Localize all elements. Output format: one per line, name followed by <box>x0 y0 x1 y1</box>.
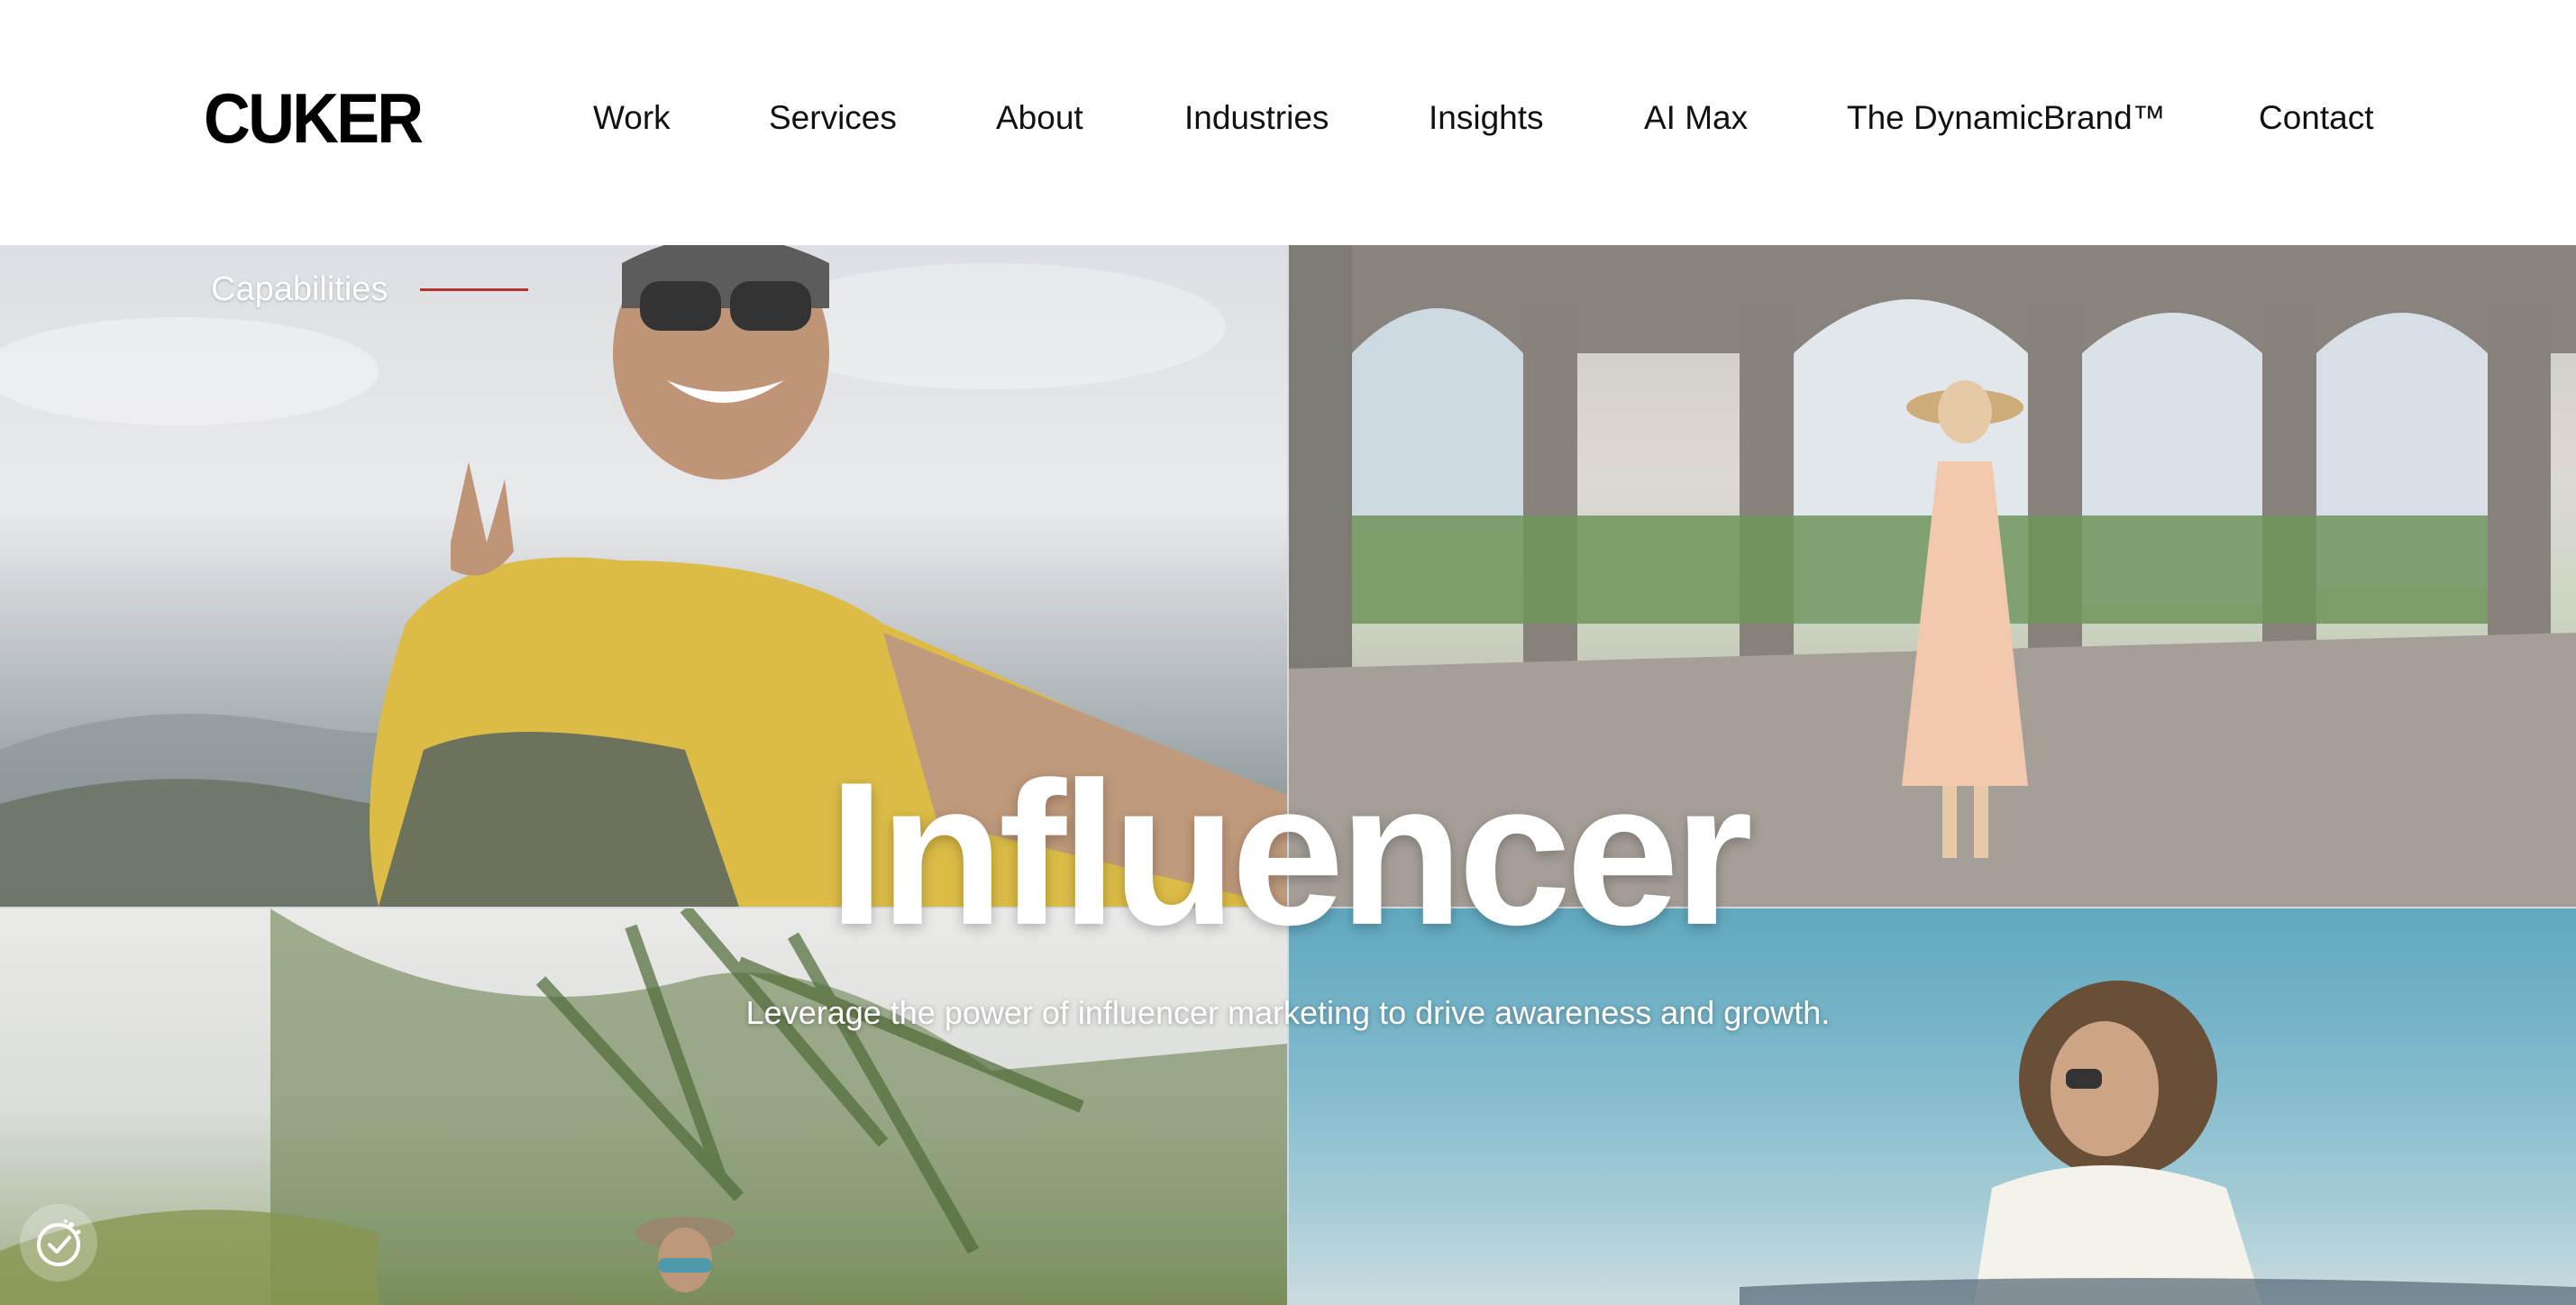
hero-image-palms <box>0 908 1287 1305</box>
cookie-consent-button[interactable] <box>20 1204 97 1282</box>
nav-item-about[interactable]: About <box>996 96 1083 141</box>
capabilities-label: Capabilities <box>211 269 388 308</box>
hero-subtitle: Leverage the power of influencer marketi… <box>745 994 1831 1031</box>
nav-item-dynamicbrand[interactable]: The DynamicBrand™ <box>1847 96 2166 141</box>
palms-illustration <box>0 908 1287 1305</box>
page-title: Influencer <box>827 739 1753 967</box>
nav-item-work[interactable]: Work <box>593 96 671 141</box>
hero-image-sky-woman <box>1289 908 2576 1305</box>
capabilities-accent-line <box>420 287 529 291</box>
nav-item-services[interactable]: Services <box>769 96 897 141</box>
nav-item-contact[interactable]: Contact <box>2259 96 2374 141</box>
site-header: CUKER Work Services About Industries Ins… <box>0 0 2576 245</box>
nav-item-industries[interactable]: Industries <box>1184 96 1329 141</box>
capabilities-eyebrow[interactable]: Capabilities <box>211 267 529 312</box>
cookie-consent-icon <box>37 1219 81 1266</box>
nav-item-insights[interactable]: Insights <box>1429 96 1544 141</box>
main-nav: Work Services About Industries Insights … <box>0 96 2576 141</box>
nav-item-ai-max[interactable]: AI Max <box>1644 96 1748 141</box>
hero-section: Capabilities Influencer Leverage the pow… <box>0 245 2576 1305</box>
sky-woman-illustration <box>1740 981 2576 1305</box>
